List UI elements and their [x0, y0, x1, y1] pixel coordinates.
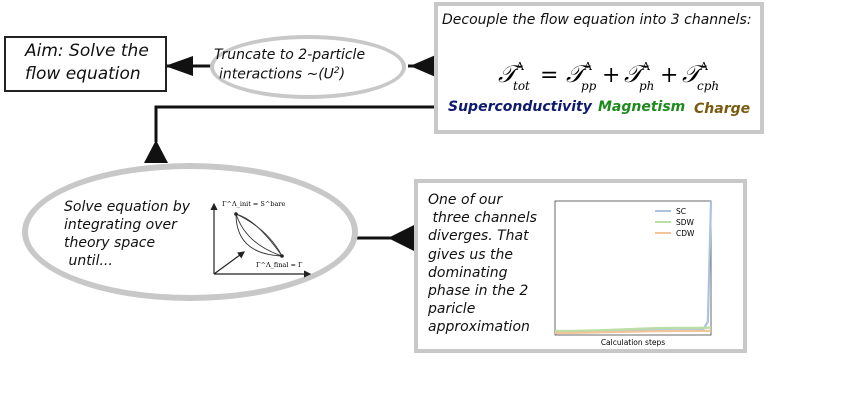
result-line-8: approximation [428, 319, 530, 336]
channel-magnetism: Magnetism [598, 99, 686, 115]
eq-lhs-sub: tot [513, 79, 530, 93]
decouple-box: Decouple the flow equation into 3 channe… [434, 2, 764, 134]
arrowhead-result [388, 224, 416, 252]
eq-pp-sup: Λ [583, 60, 593, 73]
eq-equals: = [540, 63, 558, 88]
decouple-title: Decouple the flow equation into 3 channe… [442, 12, 752, 28]
eq-lhs-sup: Λ [515, 60, 525, 73]
flow-path-2 [235, 213, 283, 257]
legend-label-sc: SC [676, 207, 686, 216]
truncate-line1: Truncate to 2-particle [214, 47, 366, 63]
axis-diagonal [213, 251, 245, 275]
result-line-5: dominating [428, 264, 508, 281]
solve-line-1: Solve equation by [64, 199, 191, 215]
solve-text: Solve equation by integrating over theor… [64, 198, 190, 270]
result-box: One of our three channels diverges. That… [414, 179, 747, 353]
aim-line1: Aim: Solve the [25, 41, 149, 61]
result-text: One of our three channels diverges. That… [428, 191, 537, 337]
eq-cph-sup: Λ [699, 60, 709, 73]
end-point [280, 254, 284, 258]
flow-path-4 [235, 213, 283, 257]
start-point [234, 212, 238, 216]
result-line-4: gives us the [428, 246, 514, 263]
connector-decouple-solve [154, 105, 436, 142]
divergence-chart: SC SDW CDW Calculation steps [554, 200, 713, 347]
result-line-2: three channels [428, 210, 537, 227]
result-line-1: One of our [428, 192, 503, 208]
diagram-top-label: Γ^Λ_init = S^bare [222, 200, 285, 208]
theory-space-diagram: Γ^Λ_init = S^bare Γ^Λ_final = Γ [210, 200, 312, 278]
channel-superconductivity: Superconductivity [448, 99, 592, 115]
legend-label-sdw: SDW [676, 218, 695, 227]
flow-equation: 𝒯 Λ tot = 𝒯 Λ pp + 𝒯 Λ ph + 𝒯 Λ cph [498, 60, 719, 93]
legend-label-cdw: CDW [676, 229, 695, 238]
eq-pp-sub: pp [581, 79, 597, 93]
eq-cph-sub: cph [697, 79, 719, 93]
x-axis-label: Calculation steps [601, 338, 665, 347]
eq-plus-1: + [602, 63, 620, 88]
truncate-line2-suffix: ) [339, 66, 346, 83]
eq-ph-sub: ph [639, 79, 654, 93]
diagram-bottom-label: Γ^Λ_final = Γ [256, 261, 303, 269]
aim-line2: flow equation [25, 64, 141, 84]
arrowhead-aim [165, 56, 193, 76]
aim-box: Aim: Solve the flow equation [4, 36, 167, 92]
truncate-line2-prefix: interactions ~(U [219, 66, 334, 83]
arrowhead-solve [144, 140, 168, 163]
result-line-6: phase in the 2 [428, 283, 529, 300]
eq-ph-sup: Λ [641, 60, 651, 73]
eq-plus-2: + [660, 63, 678, 88]
flow-path-1 [235, 213, 283, 257]
result-line-3: diverges. That [428, 228, 529, 245]
solve-line-4: until... [64, 253, 113, 269]
result-line-7: paricle [428, 301, 476, 318]
truncate-line2: interactions ~(U2) [219, 66, 345, 83]
solve-line-3: theory space [64, 235, 156, 251]
solve-line-2: integrating over [64, 217, 177, 233]
channel-charge: Charge [694, 101, 751, 117]
flow-path-3 [235, 213, 283, 257]
